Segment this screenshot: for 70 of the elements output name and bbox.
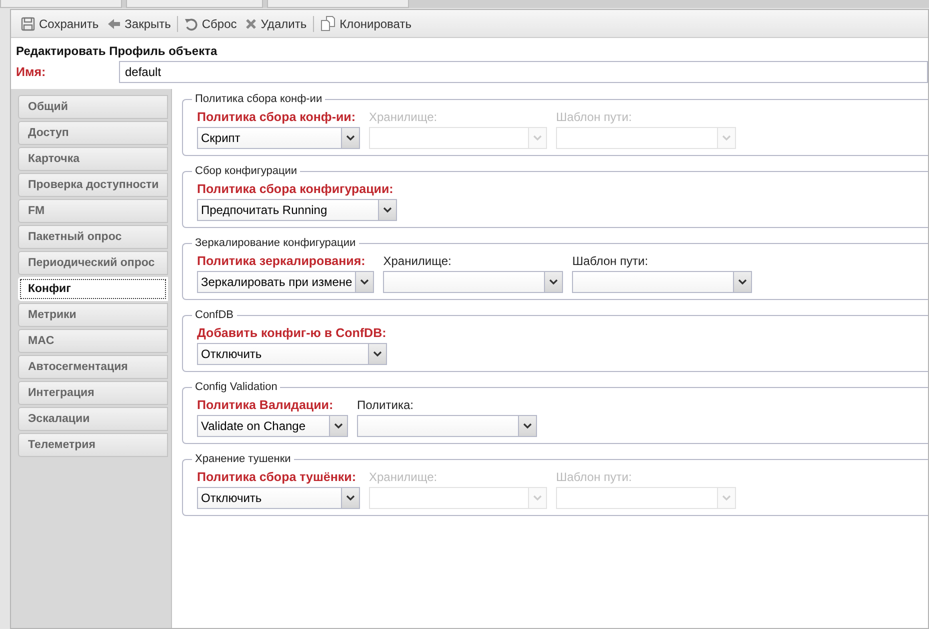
sidebar-tab[interactable]: Доступ <box>18 121 168 145</box>
caret-down-icon <box>722 135 731 141</box>
sidebar-tab[interactable]: Общий <box>18 95 168 119</box>
field-label: Хранилище: <box>369 109 438 126</box>
name-label: Имя: <box>16 65 47 79</box>
field-label: Шаблон пути: <box>556 469 633 486</box>
dropdown-field[interactable]: Скрипт <box>197 127 360 149</box>
field-label: Политика зеркалирования: <box>197 253 366 270</box>
field-label: Добавить конфиг-ю в ConfDB: <box>197 325 387 342</box>
fieldset-legend: Политика сбора конф-ии <box>192 93 326 105</box>
caret-down-icon <box>373 351 382 357</box>
copy-icon <box>320 16 336 31</box>
toolbar-button[interactable]: Закрыть <box>102 12 175 34</box>
sidebar-tab[interactable]: Периодический опрос <box>18 251 168 275</box>
dropdown-field[interactable] <box>357 415 537 437</box>
left-arrow-icon <box>106 16 121 30</box>
sidebar-tab[interactable]: Пакетный опрос <box>18 225 168 249</box>
sidebar-tab[interactable]: MAC <box>18 329 168 353</box>
fieldset-legend: Хранение тушенки <box>192 453 294 465</box>
field-label: Шаблон пути: <box>556 109 633 126</box>
caret-down-icon <box>346 495 355 501</box>
caret-down-icon <box>383 207 392 213</box>
dropdown-field[interactable]: Validate on Change <box>197 415 348 437</box>
field-label: Политика сбора тушёнки: <box>197 469 358 486</box>
caret-down-icon <box>738 279 748 285</box>
browser-tab[interactable] <box>0 0 122 8</box>
dropdown-field[interactable]: Отключить <box>197 343 387 365</box>
caret-down-icon <box>346 135 355 141</box>
field-label: Политика сбора конфигурации: <box>197 181 394 198</box>
field-label: Хранилище: <box>383 253 452 270</box>
browser-tab[interactable] <box>126 0 263 8</box>
fieldset-legend: Сбор конфигурации <box>192 165 300 177</box>
field-label: Политика: <box>357 397 414 414</box>
sidebar-tab[interactable]: Проверка доступности <box>18 173 168 197</box>
fieldset-legend: Зеркалирование конфигурации <box>192 237 359 249</box>
dropdown-field[interactable] <box>383 271 564 293</box>
caret-down-icon <box>533 495 542 501</box>
field-label: Хранилище: <box>369 469 438 486</box>
toolbar-button[interactable]: Клонировать <box>316 12 416 34</box>
dropdown-field[interactable]: Предпочитать Running <box>197 199 397 221</box>
toolbar-button[interactable]: Удалить <box>240 12 311 34</box>
fieldset-legend: ConfDB <box>192 309 237 321</box>
dropdown-field[interactable]: Отключить <box>197 487 360 509</box>
fieldset-legend: Config Validation <box>192 381 280 393</box>
caret-down-icon <box>533 135 542 141</box>
caret-down-icon <box>334 423 343 429</box>
sidebar-tab[interactable]: FM <box>18 199 168 223</box>
caret-down-icon <box>523 423 532 429</box>
field-label: Политика сбора конф-ии: <box>197 109 357 126</box>
toolbar-button[interactable]: Сохранить <box>17 12 103 34</box>
sidebar-tab[interactable]: Телеметрия <box>18 433 168 457</box>
sidebar-tab[interactable]: Метрики <box>18 303 168 327</box>
field-label: Политика Валидации: <box>197 397 334 414</box>
caret-down-icon <box>360 279 370 285</box>
name-field[interactable]: default <box>119 61 928 83</box>
toolbar-button[interactable]: Сброс <box>180 12 241 34</box>
sidebar-tab[interactable]: Эскалации <box>18 407 168 431</box>
dropdown-field[interactable] <box>572 271 752 293</box>
sidebar-tab[interactable]: Конфиг <box>18 277 168 301</box>
form-title: Редактировать Профиль объекта <box>16 44 218 58</box>
field-label: Шаблон пути: <box>572 253 650 270</box>
sidebar-tab[interactable]: Карточка <box>18 147 168 171</box>
sidebar-tab[interactable]: Автосегментация <box>18 355 168 379</box>
dropdown-field[interactable]: Зеркалировать при измене <box>197 271 374 293</box>
browser-tab[interactable] <box>267 0 409 8</box>
caret-down-icon <box>722 495 731 501</box>
caret-down-icon <box>549 279 558 285</box>
cross-icon <box>244 18 257 30</box>
sidebar-tab[interactable]: Интеграция <box>18 381 168 405</box>
undo-icon <box>184 16 198 30</box>
